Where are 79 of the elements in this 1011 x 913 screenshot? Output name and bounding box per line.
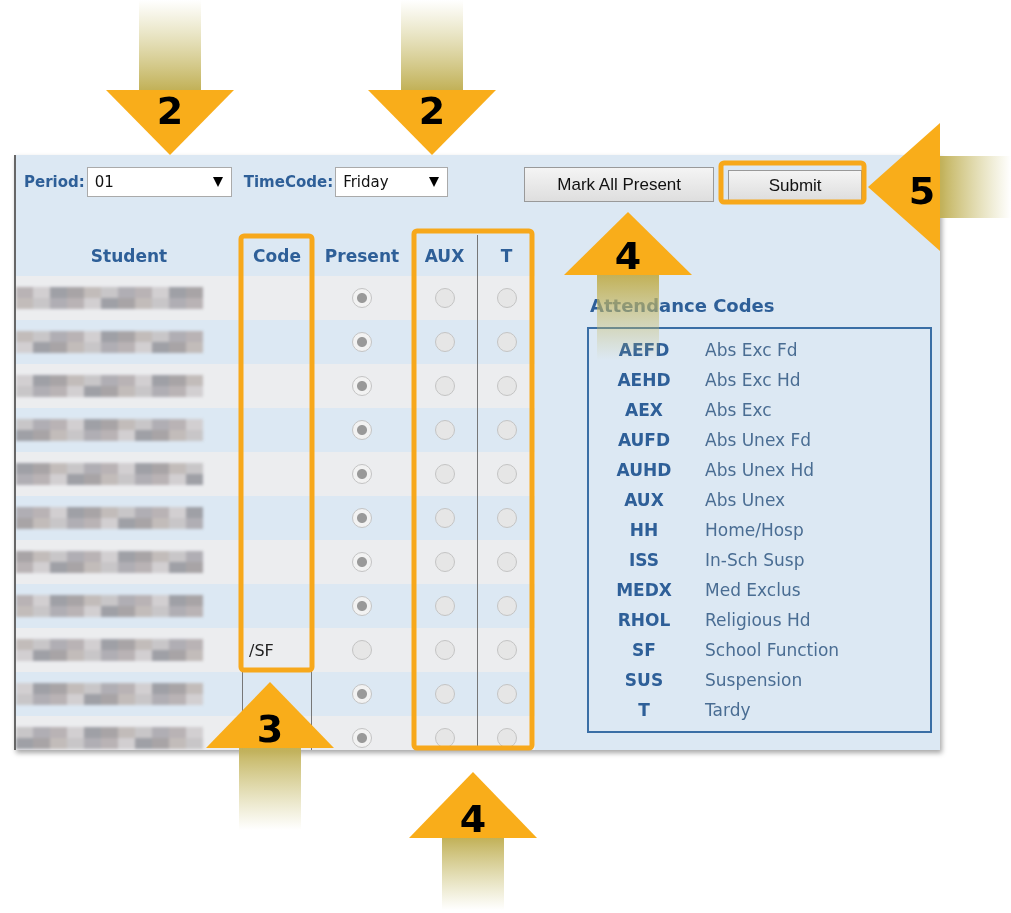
present-radio[interactable] — [352, 420, 372, 440]
tardy-radio[interactable] — [496, 640, 517, 660]
code-abbreviation: RHOL — [616, 610, 672, 630]
column-header: AUX — [423, 244, 466, 268]
present-radio[interactable] — [352, 508, 372, 528]
code-description: Home/Hosp — [705, 520, 804, 540]
aux-radio[interactable] — [434, 728, 455, 748]
code-description: Abs Exc Fd — [705, 340, 798, 360]
code-description: Abs Unex — [705, 490, 786, 510]
code-abbreviation: AEX — [624, 400, 664, 420]
period-label: Period: — [24, 173, 85, 191]
code-abbreviation: AEFD — [617, 340, 671, 360]
present-radio[interactable] — [352, 684, 372, 704]
code-description: Abs Exc — [705, 400, 772, 420]
code-abbreviation: AEHD — [616, 370, 672, 390]
tardy-radio[interactable] — [496, 288, 517, 308]
step-number: 4 — [614, 234, 642, 278]
tardy-radio[interactable] — [496, 596, 517, 616]
aux-radio[interactable] — [434, 596, 455, 616]
code-abbreviation: SUS — [623, 670, 665, 690]
code-cell: /SF — [242, 628, 312, 672]
step-number: 2 — [418, 89, 446, 133]
code-abbreviation: AUFD — [616, 430, 672, 450]
aux-radio[interactable] — [434, 332, 455, 352]
code-abbreviation: MEDX — [615, 580, 673, 600]
present-radio[interactable] — [352, 464, 372, 484]
aux-radio[interactable] — [434, 420, 455, 440]
tardy-radio[interactable] — [496, 508, 517, 528]
code-description: In-Sch Susp — [705, 550, 805, 570]
code-description: Abs Unex Hd — [705, 460, 815, 480]
present-radio[interactable] — [352, 640, 372, 660]
step-number: 3 — [256, 707, 284, 751]
aux-radio[interactable] — [434, 508, 455, 528]
present-radio[interactable] — [352, 596, 372, 616]
step-number: 2 — [156, 89, 184, 133]
code-abbreviation: T — [637, 700, 651, 720]
submit-button[interactable]: Submit — [728, 170, 863, 201]
code-abbreviation: AUX — [623, 490, 665, 510]
code-description: Suspension — [705, 670, 803, 690]
code-description: School Function — [705, 640, 840, 660]
period-dropdown[interactable]: 01 — [86, 167, 232, 197]
tardy-radio[interactable] — [496, 464, 517, 484]
present-radio[interactable] — [352, 332, 372, 352]
dropdown-arrow-icon — [212, 177, 223, 187]
aux-radio[interactable] — [434, 684, 455, 704]
dropdown-arrow-icon — [429, 177, 440, 187]
timecode-dropdown[interactable]: Friday — [335, 167, 449, 197]
tardy-radio[interactable] — [496, 728, 517, 748]
step-number: 5 — [908, 169, 936, 213]
code-description: Abs Exc Hd — [705, 370, 801, 390]
code-description: Tardy — [705, 700, 751, 720]
code-abbreviation: AUHD — [615, 460, 673, 480]
mark-all-present-button[interactable]: Mark All Present — [524, 167, 715, 202]
timecode-label: TimeCode: — [243, 173, 334, 191]
step-number: 4 — [459, 797, 487, 841]
tardy-radio[interactable] — [496, 420, 517, 440]
code-abbreviation: HH — [628, 520, 660, 540]
tardy-radio[interactable] — [496, 376, 517, 396]
present-radio[interactable] — [352, 288, 372, 308]
present-radio[interactable] — [352, 376, 372, 396]
code-abbreviation: SF — [631, 640, 657, 660]
attendance-codes-title: Attendance Codes — [590, 295, 776, 316]
aux-radio[interactable] — [434, 464, 455, 484]
aux-radio[interactable] — [434, 376, 455, 396]
column-header: Present — [323, 244, 401, 268]
aux-radio[interactable] — [434, 552, 455, 572]
present-radio[interactable] — [352, 552, 372, 572]
column-header: Student — [89, 244, 169, 268]
aux-radio[interactable] — [434, 288, 455, 308]
code-description: Med Exclus — [705, 580, 801, 600]
present-radio[interactable] — [352, 728, 372, 748]
code-abbreviation: ISS — [627, 550, 661, 570]
column-header: Code — [252, 244, 302, 268]
code-description: Religious Hd — [705, 610, 811, 630]
tardy-radio[interactable] — [496, 552, 517, 572]
code-description: Abs Unex Fd — [705, 430, 812, 450]
tardy-radio[interactable] — [496, 332, 517, 352]
tardy-radio[interactable] — [496, 684, 517, 704]
aux-radio[interactable] — [434, 640, 455, 660]
